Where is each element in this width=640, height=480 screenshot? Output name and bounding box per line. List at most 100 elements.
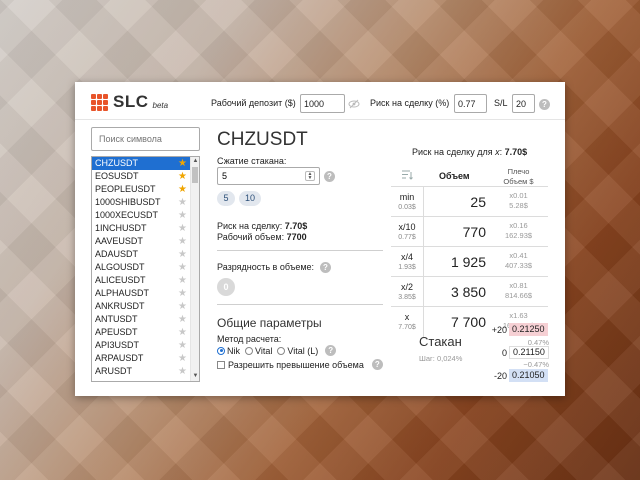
divider	[217, 250, 383, 251]
orderbook-bot-num: -20	[493, 371, 507, 381]
symbol-list-item[interactable]: EOSUSDT ★	[92, 170, 190, 183]
symbol-name: ARUSDT	[95, 366, 133, 376]
symbol-list-item[interactable]: ANKRUSDT ★	[92, 300, 190, 313]
help-icon[interactable]: ?	[325, 345, 337, 356]
symbol-name: AAVEUSDT	[95, 236, 143, 246]
scroll-up-icon[interactable]: ▲	[191, 157, 199, 166]
radio-vital[interactable]	[245, 346, 253, 355]
symbol-list-item[interactable]: PEOPLEUSDT ★	[92, 183, 190, 196]
symbol-list-item[interactable]: ARPAUSDT ★	[92, 352, 190, 365]
radio-vital-l[interactable]	[277, 346, 286, 355]
symbol-list-item[interactable]: 1INCHUSDT ★	[92, 222, 190, 235]
row-risk: 0.77$	[398, 234, 416, 241]
symbol-list-item[interactable]: 1000SHIBUSDT ★	[92, 196, 190, 209]
star-icon[interactable]: ★	[178, 339, 187, 352]
star-icon[interactable]: ★	[178, 209, 187, 222]
symbol-list-item[interactable]: 1000XECUSDT ★	[92, 209, 190, 222]
symbol-name: ALPHAUSDT	[95, 288, 150, 298]
symbol-list-item[interactable]: ALICEUSDT ★	[92, 274, 190, 287]
compress-chip-5[interactable]: 5	[217, 191, 235, 206]
symbol-list-item[interactable]: ALPHAUSDT ★	[92, 287, 190, 300]
star-icon[interactable]: ★	[178, 300, 187, 313]
symbol-name: 1000XECUSDT	[95, 210, 159, 220]
star-icon[interactable]: ★	[178, 261, 187, 274]
row-name: min	[399, 192, 415, 202]
star-icon[interactable]: ★	[178, 274, 187, 287]
help-icon[interactable]: ?	[539, 99, 550, 110]
risk-input[interactable]	[454, 94, 487, 113]
orderbook-top-price[interactable]: 0.21250	[509, 323, 548, 336]
star-filled-icon[interactable]: ★	[178, 183, 187, 196]
star-filled-icon[interactable]: ★	[178, 170, 187, 183]
star-icon[interactable]: ★	[178, 248, 187, 261]
star-icon[interactable]: ★	[178, 365, 187, 378]
symbol-search-input[interactable]	[91, 127, 200, 151]
deposit-input[interactable]	[300, 94, 345, 113]
orderbook-top-num: +20	[491, 325, 507, 335]
orderbook-mid-price[interactable]: 0.21150	[509, 346, 549, 359]
scroll-thumb[interactable]	[192, 167, 198, 183]
symbol-list-item[interactable]: ADAUSDT ★	[92, 248, 190, 261]
allow-exceed-checkbox[interactable]	[217, 360, 225, 369]
symbol-list-item[interactable]: APEUSDT ★	[92, 326, 190, 339]
symbol-name: ALGOUSDT	[95, 262, 145, 272]
star-icon[interactable]: ★	[178, 235, 187, 248]
symbol-name: API3USDT	[95, 340, 140, 350]
row-name: x	[404, 312, 410, 322]
calculator-window: SLC beta Рабочий депозит ($) Риск на сде…	[75, 82, 565, 396]
row-leverage: x0.81 814.66$	[504, 281, 533, 300]
star-icon[interactable]: ★	[178, 196, 187, 209]
digits-chip-0[interactable]: 0	[217, 278, 235, 296]
row-leverage: x0.41 407.33$	[504, 251, 533, 270]
symbol-name: ADAUSDT	[95, 249, 139, 259]
volume-row[interactable]: x/10 0.77$ 770 x0.16 162.93$	[391, 216, 548, 247]
star-icon[interactable]: ★	[178, 222, 187, 235]
sl-label: S/L	[494, 98, 508, 108]
orderbook-bot-price[interactable]: 0.21050	[509, 369, 548, 382]
volume-row[interactable]: x/4 1.93$ 1 925 x0.41 407.33$	[391, 246, 548, 277]
general-params-title: Общие параметры	[217, 316, 322, 330]
volume-row[interactable]: x/2 3.85$ 3 850 x0.81 814.66$	[391, 276, 548, 307]
symbol-name: APEUSDT	[95, 327, 138, 337]
digits-label: Разрядность в объеме:	[217, 262, 315, 272]
divider	[217, 304, 383, 305]
method-label: Метод расчета:	[217, 334, 282, 344]
row-divider	[423, 187, 424, 217]
eye-off-icon[interactable]	[348, 98, 360, 110]
symbol-list-item[interactable]: ALGOUSDT ★	[92, 261, 190, 274]
volume-line: Рабочий объем: 7700	[217, 232, 307, 242]
scroll-down-icon[interactable]: ▼	[191, 372, 199, 381]
volume-row[interactable]: min 0.03$ 25 x0.01 5.28$	[391, 186, 548, 217]
symbol-list-item[interactable]: CHZUSDT ★	[92, 157, 190, 170]
symbol-list: CHZUSDT ★ EOSUSDT ★ PEOPLEUSDT ★ 1000SHIBUSDT ★…	[91, 156, 200, 382]
star-filled-icon[interactable]: ★	[178, 157, 187, 170]
stepper-arrows-icon[interactable]: ▲ ▼	[305, 171, 315, 181]
help-icon[interactable]: ?	[320, 262, 331, 273]
row-leverage: x0.16 162.93$	[504, 221, 533, 240]
logo-grid-icon	[91, 93, 108, 111]
symbol-name: ALICEUSDT	[95, 275, 146, 285]
risk-for-x-title: Риск на сделку для x: 7.70$	[412, 147, 528, 157]
symbol-list-item[interactable]: API3USDT ★	[92, 339, 190, 352]
star-icon[interactable]: ★	[178, 326, 187, 339]
logo-text: SLC	[113, 92, 149, 111]
symbol-list-item[interactable]: AAVEUSDT ★	[92, 235, 190, 248]
compress-chip-10[interactable]: 10	[239, 191, 261, 206]
symbol-list-item[interactable]: ANTUSDT ★	[92, 313, 190, 326]
symbol-list-scrollbar[interactable]: ▲ ▼	[190, 157, 199, 381]
help-icon[interactable]: ?	[324, 171, 335, 182]
orderbook-mid-num: 0	[501, 348, 507, 358]
star-icon[interactable]: ★	[178, 287, 187, 300]
sort-icon[interactable]	[401, 169, 413, 180]
row-name: x/10	[398, 222, 416, 232]
compress-label: Сжатие стакана:	[217, 156, 287, 166]
row-divider	[423, 247, 424, 277]
star-icon[interactable]: ★	[178, 352, 187, 365]
radio-nik[interactable]	[217, 346, 225, 355]
symbol-list-item[interactable]: ARUSDT ★	[92, 365, 190, 378]
symbol-name: ANKRUSDT	[95, 301, 145, 311]
star-icon[interactable]: ★	[178, 313, 187, 326]
sl-input[interactable]	[512, 94, 535, 113]
help-icon[interactable]: ?	[371, 359, 383, 370]
row-name: x/2	[400, 282, 413, 292]
